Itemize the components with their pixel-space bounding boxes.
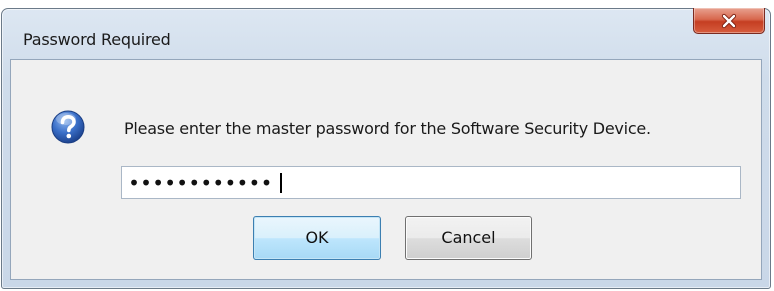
close-icon <box>721 13 737 28</box>
ok-button[interactable]: OK <box>253 216 381 260</box>
window-title: Password Required <box>23 30 171 49</box>
question-icon <box>51 110 85 144</box>
password-field[interactable] <box>121 166 741 199</box>
close-button[interactable] <box>693 8 765 34</box>
password-dialog-window: Password Required Please enter the maste… <box>1 8 771 289</box>
cancel-button[interactable]: Cancel <box>405 216 532 260</box>
prompt-message: Please enter the master password for the… <box>124 119 651 138</box>
text-caret <box>280 173 282 193</box>
dialog-body: Please enter the master password for the… <box>10 59 762 280</box>
title-bar[interactable]: Password Required <box>2 8 770 59</box>
